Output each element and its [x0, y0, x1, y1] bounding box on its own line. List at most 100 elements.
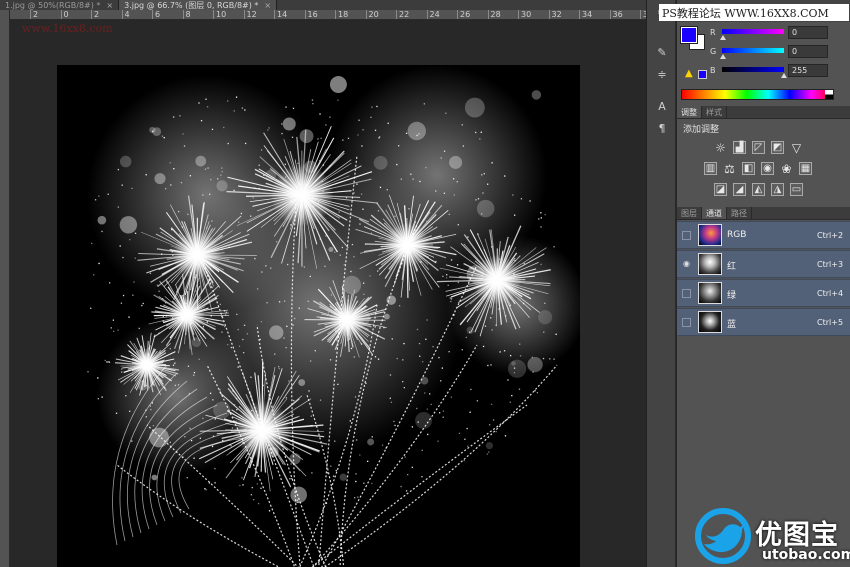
spark: [251, 409, 253, 412]
close-icon[interactable]: ×: [264, 1, 271, 10]
tab-document-3[interactable]: 3.jpg @ 66.7% (图层 0, RGB/8#) * ×: [119, 0, 278, 10]
spark: [330, 294, 333, 296]
spark: [285, 347, 287, 349]
spark: [219, 389, 221, 391]
spark: [553, 358, 555, 360]
color-spectrum-bar[interactable]: [681, 89, 834, 100]
spark: [134, 257, 137, 259]
gradient-map-icon[interactable]: ▭: [790, 183, 803, 196]
spark: [93, 274, 95, 276]
spark: [256, 288, 259, 290]
exposure-icon[interactable]: ◩: [771, 141, 784, 154]
balance-icon[interactable]: ⚖: [723, 162, 736, 176]
canvas-workspace[interactable]: www.16xx8.com: [10, 20, 646, 567]
channel-row-red[interactable]: ◉ 红 Ctrl+3: [677, 250, 850, 278]
spark: [505, 315, 507, 317]
posterize-icon[interactable]: ◢: [733, 183, 746, 196]
threshold-icon[interactable]: ◭: [752, 183, 765, 196]
color-balance-icon[interactable]: ◧: [742, 162, 755, 175]
ruler-tick-label: 30: [518, 10, 531, 19]
spark: [198, 102, 200, 104]
tab-document-1[interactable]: 1.jpg @ 50%(RGB/8#) * ×: [0, 0, 120, 10]
eye-icon[interactable]: ◉: [682, 260, 691, 269]
vibrance-icon[interactable]: ▥: [704, 162, 717, 175]
document-canvas[interactable]: [57, 65, 580, 567]
bokeh-dot: [269, 325, 284, 340]
spark: [262, 384, 264, 387]
spark: [477, 233, 479, 235]
b-value-input[interactable]: 255: [788, 64, 828, 77]
spark: [443, 192, 446, 194]
spark: [150, 408, 152, 411]
foreground-color-swatch[interactable]: [680, 26, 698, 44]
spark: [265, 265, 267, 267]
b-slider-thumb[interactable]: [781, 73, 787, 78]
spark: [222, 439, 224, 442]
spark: [464, 438, 466, 440]
spark: [151, 402, 154, 404]
spark: [162, 320, 164, 322]
spark: [452, 313, 455, 316]
sliders-icon[interactable]: ≑: [653, 66, 671, 82]
spark: [322, 164, 324, 166]
tab-adjustments[interactable]: 调整: [677, 106, 702, 118]
curves-icon[interactable]: ◸: [752, 141, 765, 154]
spark: [227, 343, 229, 346]
out-of-gamut-warning-icon[interactable]: ▲: [685, 69, 695, 79]
visibility-toggle[interactable]: [682, 289, 691, 298]
spark: [360, 193, 363, 195]
tab-styles[interactable]: 样式: [702, 106, 727, 118]
tab-layers[interactable]: 图层: [677, 207, 702, 219]
spark: [381, 319, 383, 321]
gradient-triangle-icon[interactable]: ▽: [790, 141, 803, 155]
g-slider-thumb[interactable]: [720, 54, 726, 59]
ruler-tick-label: 2: [30, 10, 38, 19]
ruler-tick-label: 6: [152, 10, 160, 19]
spark: [385, 447, 387, 449]
spark: [491, 246, 493, 248]
spark: [403, 342, 405, 345]
gamut-swatch[interactable]: [698, 70, 707, 79]
document-tab-bar: 1.jpg @ 50%(RGB/8#) * × 3.jpg @ 66.7% (图…: [0, 0, 646, 10]
spark: [484, 325, 487, 327]
spark: [236, 313, 238, 316]
selective-color-icon[interactable]: ◮: [771, 183, 784, 196]
bokeh-dot: [464, 97, 485, 118]
ruler-tick-label: 10: [213, 10, 226, 19]
brightness-icon[interactable]: ☼: [714, 141, 727, 155]
spark: [253, 499, 255, 501]
spark: [416, 407, 418, 410]
spark: [347, 137, 350, 140]
spark: [355, 473, 357, 475]
channel-row-green[interactable]: 绿 Ctrl+4: [677, 279, 850, 307]
r-slider[interactable]: [722, 29, 784, 34]
ruler-tick-label: 18: [335, 10, 348, 19]
spark: [345, 197, 348, 199]
color-lookup-icon[interactable]: ▦: [799, 162, 812, 175]
channel-row-blue[interactable]: 蓝 Ctrl+5: [677, 308, 850, 336]
spark: [285, 397, 288, 399]
b-slider[interactable]: [722, 67, 784, 72]
g-value-input[interactable]: 0: [788, 45, 828, 58]
tab-paths[interactable]: 路径: [727, 207, 752, 219]
r-slider-thumb[interactable]: [720, 35, 726, 40]
tab-channels[interactable]: 通道: [702, 207, 727, 219]
visibility-toggle[interactable]: [682, 231, 691, 240]
channel-mixer-icon[interactable]: ❀: [780, 162, 793, 176]
character-icon[interactable]: A: [653, 98, 671, 114]
spark: [377, 358, 380, 360]
spark: [396, 357, 398, 360]
levels-icon[interactable]: ▟: [733, 141, 746, 154]
bokeh-dot: [151, 474, 158, 481]
brush-icon[interactable]: ✎: [653, 44, 671, 60]
channel-row-rgb[interactable]: RGB Ctrl+2: [677, 221, 850, 249]
spark: [389, 374, 392, 376]
r-value-input[interactable]: 0: [788, 26, 828, 39]
visibility-toggle[interactable]: [682, 318, 691, 327]
spark: [387, 122, 389, 124]
g-slider[interactable]: [722, 48, 784, 53]
photo-filter-icon[interactable]: ◉: [761, 162, 774, 175]
close-icon[interactable]: ×: [106, 1, 113, 10]
paragraph-icon[interactable]: ¶: [653, 120, 671, 136]
invert-icon[interactable]: ◪: [714, 183, 727, 196]
